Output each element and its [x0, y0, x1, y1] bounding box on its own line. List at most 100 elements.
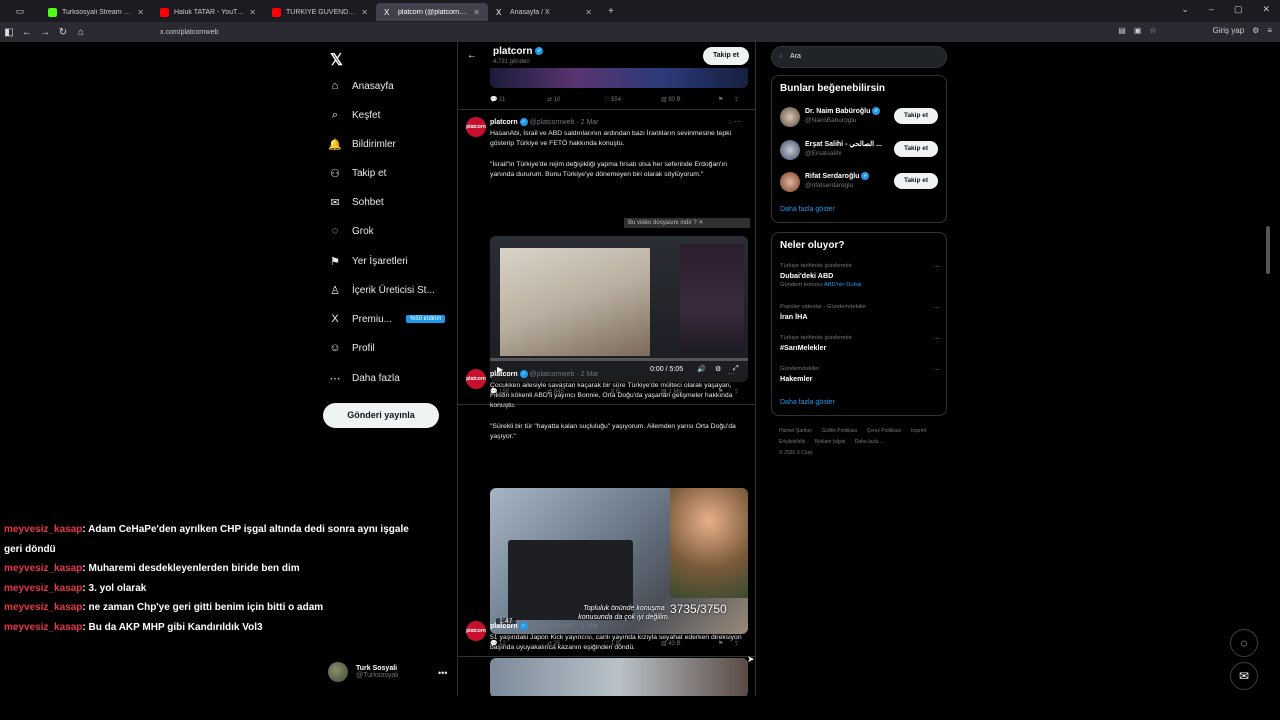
follow-button[interactable]: Takip et	[894, 108, 938, 124]
sidebar-icon[interactable]: ◧	[0, 27, 18, 38]
tweet-handle: @platcornweb	[529, 370, 575, 378]
maximize-icon[interactable]: ▢	[1234, 4, 1243, 15]
footer-link[interactable]: Imprint	[911, 428, 926, 434]
nav-item-premium[interactable]: X Premiu... %50 indirim	[328, 309, 446, 329]
account-switcher[interactable]: Turk Sosyali @Turksosyali	[328, 662, 398, 682]
close-icon[interactable]: ✕	[361, 8, 368, 17]
more-dots-icon[interactable]: ⋯	[933, 304, 940, 312]
nav-item-chat[interactable]: ✉ Sohbet	[328, 192, 383, 212]
progress-bar[interactable]	[490, 358, 748, 361]
nav-item-home[interactable]: ⌂ Anasayfa	[328, 76, 394, 96]
nav-item-explore[interactable]: ⌕ Keşfet	[328, 105, 380, 125]
tab-list-icon[interactable]: ▭	[0, 6, 40, 17]
trends-card: Neler oluyor? Türkiye tarihinde gündemde…	[771, 232, 947, 416]
suggestion-row[interactable]: Rifat Serdaroğlu ✓ @rifatserdaroglu Taki…	[780, 170, 940, 194]
reader-icon[interactable]: ▤	[1118, 26, 1126, 35]
new-tab-icon[interactable]: +	[608, 6, 614, 17]
post-count: 4.731 gönderi	[493, 59, 530, 65]
more-dots-icon[interactable]: ⋯	[933, 335, 940, 343]
forward-icon[interactable]: →	[36, 27, 54, 38]
back-icon[interactable]: ←	[18, 27, 36, 38]
follow-button[interactable]: Takip et	[703, 47, 749, 65]
previous-post-media[interactable]	[490, 68, 748, 88]
repost-button[interactable]: ⇄ 10	[547, 96, 604, 103]
tab-3[interactable]: Xplatcorn (@platcornweb) / X✕	[376, 3, 488, 21]
messages-fab-icon[interactable]: ✉	[1230, 662, 1258, 690]
nav-item-more[interactable]: ⋯ Daha fazla	[328, 368, 400, 388]
back-arrow-icon[interactable]: ←	[467, 50, 477, 61]
tweet-video[interactable]: Topluluk önünde konuşma konusunda da çok…	[490, 488, 748, 634]
reply-button[interactable]: 💬 11	[490, 96, 547, 103]
volume-icon[interactable]: 🔊	[697, 365, 706, 373]
address-input[interactable]: x.com/platcornweb	[160, 29, 218, 36]
footer-link[interactable]: Hizmet Şartları	[779, 428, 812, 434]
more-dots-icon[interactable]: •••	[438, 668, 447, 678]
close-window-icon[interactable]: ✕	[1262, 4, 1270, 15]
post-actions: 💬 11 ⇄ 10 ♡ 554 ▥ 90 B ⚑ ⇪	[490, 96, 750, 103]
tab-1[interactable]: Haluk TATAR - YouTube ✕	[152, 3, 264, 21]
scrollbar[interactable]	[1266, 226, 1270, 274]
signin-button[interactable]: Giriş yap	[1213, 26, 1245, 35]
post-button[interactable]: Gönderi yayınla	[323, 403, 439, 428]
close-icon[interactable]: ✕	[249, 8, 256, 17]
close-icon[interactable]: ✕	[473, 8, 480, 17]
show-more-link[interactable]: Daha fazla göster	[780, 206, 835, 213]
nav-item-bookmarks[interactable]: ⚑ Yer İşaretleri	[328, 251, 408, 271]
download-hint[interactable]: Bu video dosyasını indir ? ✕	[624, 218, 750, 228]
tab-4[interactable]: X Anasayfa / X ✕	[488, 3, 600, 21]
nav-item-notifications[interactable]: 🔔 Bildirimler	[328, 134, 396, 154]
nav-item-profile[interactable]: ☺ Profil	[328, 338, 374, 358]
trend-item[interactable]: Türkiye tarihinde gündemde Dubai'deki AB…	[780, 263, 940, 288]
nav-item-creator-studio[interactable]: ♙ İçerik Üreticisi St...	[328, 280, 435, 300]
footer-link[interactable]: Çerez Politikası	[867, 428, 902, 434]
suggestion-row[interactable]: Erşat Salihi - الصالحي ... @Ersatsalihi …	[780, 138, 940, 162]
close-icon[interactable]: ✕	[137, 8, 144, 17]
minimize-icon[interactable]: –	[1209, 4, 1214, 15]
more-dots-icon[interactable]: ⋯	[933, 263, 940, 271]
pip-icon[interactable]: ▣	[1134, 26, 1142, 35]
x-logo-icon[interactable]: 𝕏	[330, 50, 343, 70]
share-icon[interactable]: ⇪	[734, 96, 750, 103]
tab-0[interactable]: Turksosyali Stream - Watch✕	[40, 3, 152, 21]
suggestion-row[interactable]: Dr. Naim Babüroğlu ✓ @NaimBaburoglu Taki…	[780, 105, 940, 129]
views-button[interactable]: ▥ 90 B	[661, 96, 718, 103]
reload-icon[interactable]: ↻	[54, 27, 72, 38]
more-dots-icon[interactable]: ◌ ⋯	[728, 622, 741, 630]
more-dots-icon[interactable]: ⋯	[933, 366, 940, 374]
trend-item[interactable]: Gündemdekiler Hakemler ⋯	[780, 366, 940, 383]
home-icon[interactable]: ⌂	[72, 27, 90, 38]
search-input[interactable]: ⌕ Ara	[771, 46, 947, 68]
mouse-cursor-icon: ➤	[747, 654, 755, 664]
footer: Hizmet Şartları Gizlilik Politikası Çere…	[779, 426, 949, 459]
footer-link[interactable]: Erişilebilirlik	[779, 439, 805, 445]
verified-icon: ✓	[519, 370, 528, 378]
more-dots-icon[interactable]: ⋯	[728, 370, 735, 378]
footer-link[interactable]: Gizlilik Politikası	[821, 428, 857, 434]
trend-item[interactable]: Türkiye tarihinde gündemde #SarıMelekler…	[780, 335, 940, 352]
avatar	[328, 662, 348, 682]
toolbar-right: ▤ ▣ ☆ Giriş yap ⚙ ≡	[1118, 26, 1272, 35]
settings-icon[interactable]: ⚙	[715, 365, 721, 373]
avatar: platcorn	[466, 621, 486, 641]
nav-item-grok[interactable]: ◌ Grok	[328, 221, 374, 241]
chevron-down-icon[interactable]: ⌄	[1181, 4, 1189, 15]
tweet-video[interactable]: ▶ 0:00 / 5:05 🔊 ⚙ ⤢	[490, 236, 748, 382]
show-more-link[interactable]: Daha fazla göster	[780, 399, 835, 406]
more-dots-icon[interactable]: ◌ ⋯	[728, 118, 741, 126]
close-icon[interactable]: ✕	[585, 8, 592, 17]
trend-item[interactable]: Popüler videolar · Gündemdekiler İran İH…	[780, 304, 940, 321]
menu-icon[interactable]: ≡	[1267, 26, 1272, 35]
bookmark-icon[interactable]: ⚑	[718, 96, 734, 103]
like-button[interactable]: ♡ 554	[604, 96, 661, 103]
divider	[458, 656, 755, 657]
extensions-icon[interactable]: ⚙	[1252, 26, 1259, 35]
footer-link[interactable]: Daha fazla ...	[855, 439, 884, 445]
nav-item-follow[interactable]: ⚇ Takip et	[328, 163, 386, 183]
follow-button[interactable]: Takip et	[894, 173, 938, 189]
tab-2[interactable]: TÜRKİYE GÜVENDE Mİ? - S✕	[264, 3, 376, 21]
star-icon[interactable]: ☆	[1149, 26, 1156, 35]
tweet-video[interactable]	[490, 658, 748, 696]
footer-link[interactable]: Reklam bilgisi	[815, 439, 846, 445]
follow-button[interactable]: Takip et	[894, 141, 938, 157]
grok-fab-icon[interactable]: ◌	[1230, 629, 1258, 657]
